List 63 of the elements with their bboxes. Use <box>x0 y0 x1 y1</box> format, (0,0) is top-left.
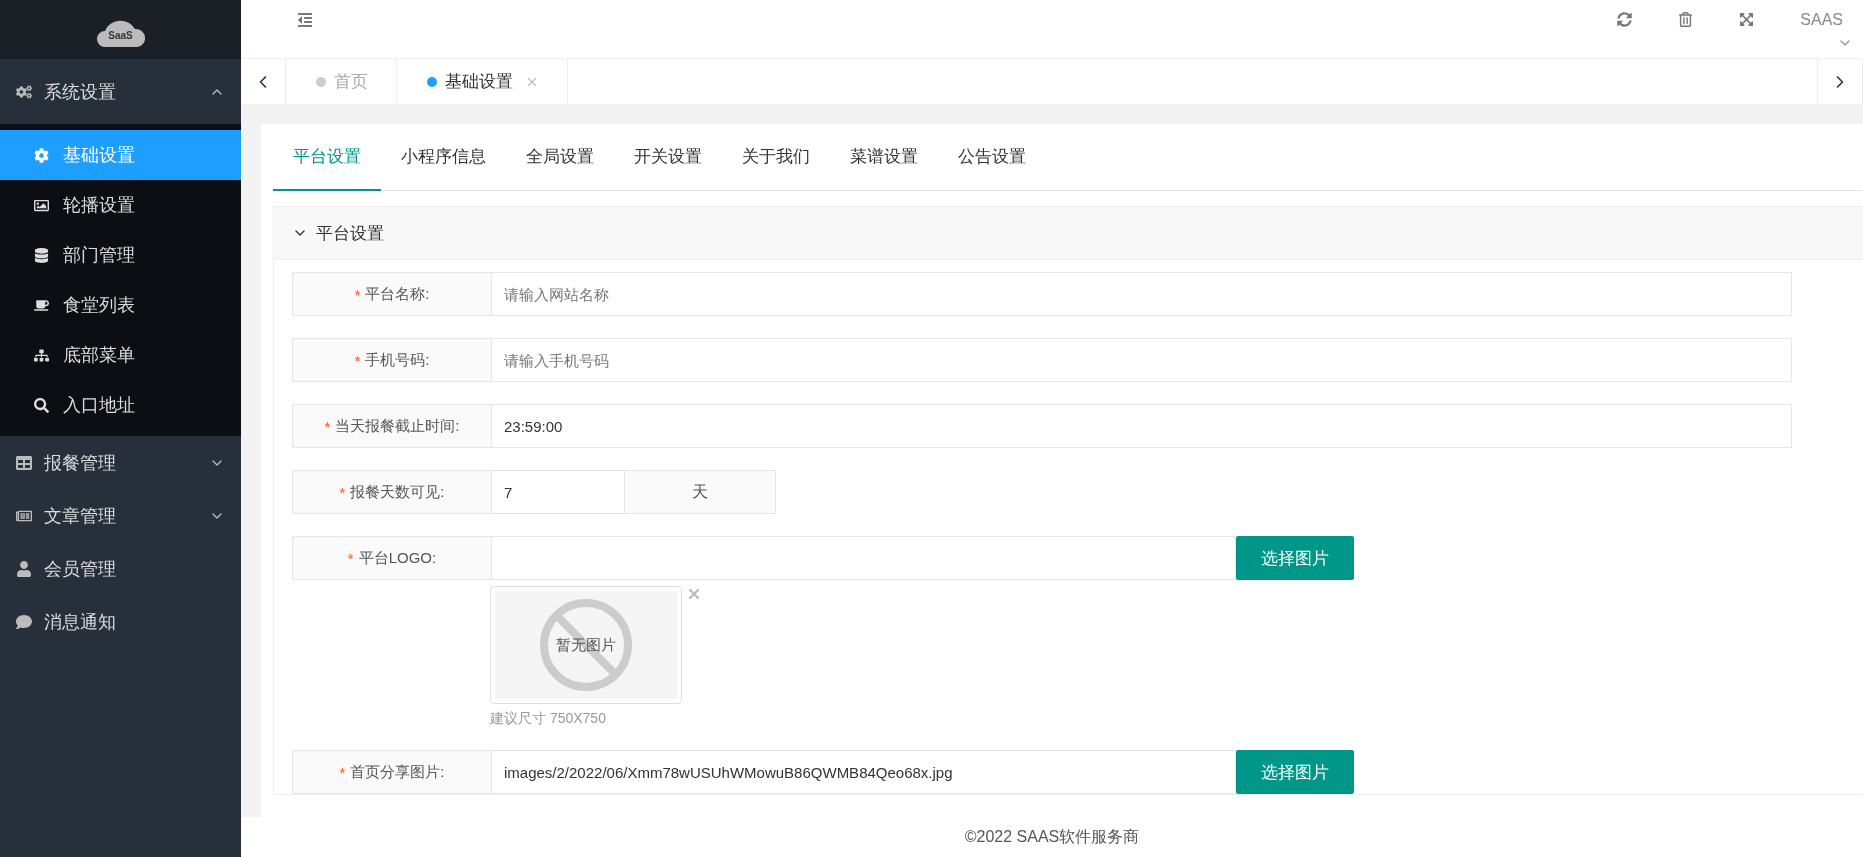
required-mark: * <box>339 483 346 501</box>
close-icon[interactable] <box>686 586 702 602</box>
size-hint: 建议尺寸 750X750 <box>490 710 607 728</box>
sidebar-subitem[interactable]: 食堂列表 <box>0 280 241 330</box>
sidebar-item[interactable]: 报餐管理 <box>0 436 241 489</box>
settings-tab[interactable]: 全局设置 <box>506 124 614 191</box>
sidebar-item[interactable]: 会员管理 <box>0 542 241 595</box>
label-text: 报餐天数可见: <box>350 482 445 502</box>
image-icon <box>34 197 49 213</box>
menu-label: 系统设置 <box>44 80 117 104</box>
status-dot <box>316 76 326 87</box>
menu-label: 报餐管理 <box>44 451 117 475</box>
sidebar-subitem[interactable]: 轮播设置 <box>0 180 241 230</box>
label-text: 平台名称: <box>365 284 430 304</box>
settings-tab[interactable]: 小程序信息 <box>381 124 506 191</box>
required-mark: * <box>354 351 361 369</box>
search-icon <box>34 397 49 413</box>
chat-bubble-icon <box>16 613 32 630</box>
panel-header[interactable]: 平台设置 <box>274 207 1863 260</box>
input-field[interactable]: 请输入网站名称 <box>492 272 1792 316</box>
input-field[interactable]: 7 <box>492 470 625 514</box>
settings-tab[interactable]: 平台设置 <box>273 124 381 191</box>
required-mark: * <box>324 417 331 435</box>
input-field[interactable]: images/2/2022/06/Xmm78wUSUhWMowuB86QWMB84Qeo68x.jpg <box>492 750 1236 794</box>
sidebar-subitem[interactable]: 底部菜单 <box>0 330 241 380</box>
required-mark: * <box>339 763 346 781</box>
gear-icon <box>34 147 49 163</box>
gears-icon <box>16 83 32 100</box>
user-icon <box>16 560 32 577</box>
footer-text: ©2022 SAAS软件服务商 <box>241 817 1863 857</box>
settings-tab[interactable]: 菜谱设置 <box>830 124 938 191</box>
required-mark: * <box>354 285 361 303</box>
settings-tab[interactable]: 关于我们 <box>722 124 830 191</box>
sitemap-icon <box>34 347 49 363</box>
choose-image-button[interactable]: 选择图片 <box>1236 536 1354 580</box>
cup-icon <box>34 297 49 313</box>
sidebar-item[interactable]: 系统设置 <box>0 59 241 124</box>
required-mark: * <box>347 549 354 567</box>
menu-label: 文章管理 <box>44 504 117 528</box>
menu-label: 会员管理 <box>44 557 117 581</box>
preview-text: 暂无图片 <box>556 635 616 655</box>
status-dot <box>427 76 437 87</box>
choose-image-button[interactable]: 选择图片 <box>1236 750 1354 794</box>
input-field[interactable]: 请输入手机号码 <box>492 338 1792 382</box>
sidebar-subitem[interactable]: 部门管理 <box>0 230 241 280</box>
input-field[interactable]: 23:59:00 <box>492 404 1792 448</box>
label-text: 首页分享图片: <box>350 762 445 782</box>
menu-label: 消息通知 <box>44 610 117 634</box>
table-icon <box>16 454 32 471</box>
user-menu[interactable]: SAAS <box>1800 11 1843 29</box>
input-field[interactable] <box>492 536 1236 580</box>
label-text: 平台LOGO: <box>358 548 437 568</box>
settings-tab[interactable]: 公告设置 <box>938 124 1046 191</box>
label-text: 手机号码: <box>365 350 430 370</box>
unit-label: 天 <box>625 470 776 514</box>
database-icon <box>34 247 49 263</box>
label-text: 当天报餐截止时间: <box>335 416 460 436</box>
page-tab[interactable]: 基础设置 <box>397 59 568 104</box>
settings-tab[interactable]: 开关设置 <box>614 124 722 191</box>
sidebar-item[interactable]: 消息通知 <box>0 595 241 648</box>
sidebar-subitem[interactable]: 入口地址 <box>0 380 241 430</box>
sidebar-item[interactable]: 文章管理 <box>0 489 241 542</box>
no-image-icon <box>538 597 634 693</box>
